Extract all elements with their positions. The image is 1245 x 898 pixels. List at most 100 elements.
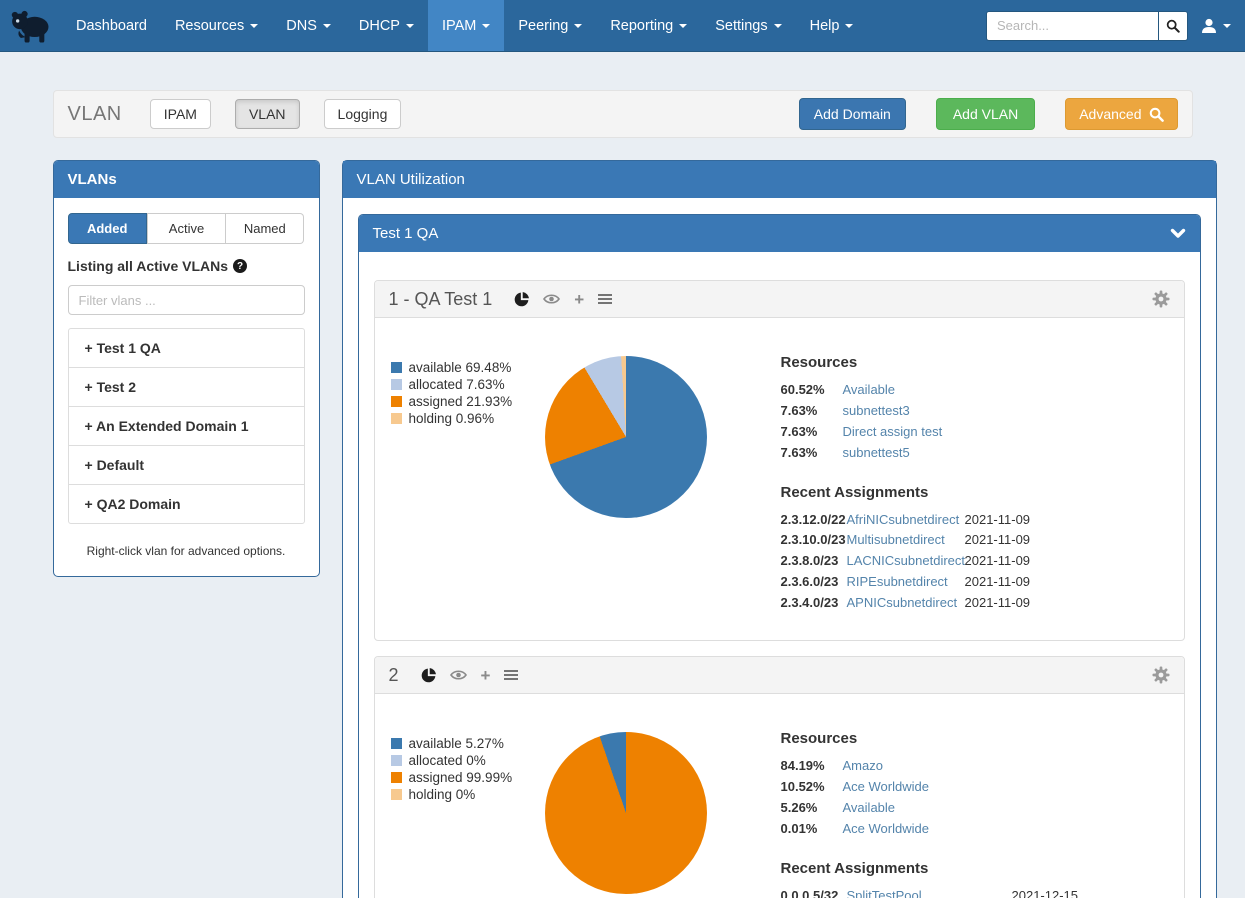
header-actions: Add Domain Add VLAN Advanced	[799, 98, 1178, 130]
resource-link[interactable]: Ace Worldwide	[843, 779, 929, 796]
resource-row: 0.01%Ace Worldwide	[781, 821, 1176, 838]
vlan-list-item[interactable]: + Default	[69, 446, 304, 485]
nav-peering[interactable]: Peering	[504, 0, 596, 51]
button-label: Advanced	[1079, 106, 1141, 122]
assignment-row: 2.3.12.0/22AfriNICsubnetdirect2021-11-09	[781, 512, 1176, 529]
legend-label: available 69.48%	[409, 360, 512, 375]
resource-link[interactable]: Ace Worldwide	[843, 821, 929, 838]
resource-link[interactable]: Amazo	[843, 758, 883, 775]
nav-label: IPAM	[442, 18, 476, 34]
listing-label-text: Listing all Active VLANs	[68, 258, 229, 274]
resource-link[interactable]: Available	[843, 382, 896, 399]
nav-dns[interactable]: DNS	[272, 0, 345, 51]
resource-pct: 7.63%	[781, 424, 843, 441]
caret-down-icon	[250, 24, 258, 28]
resource-link[interactable]: subnettest5	[843, 445, 910, 462]
resource-link[interactable]: Available	[843, 800, 896, 817]
assignment-link[interactable]: AfriNICsubnetdirect	[847, 512, 965, 529]
gear-icon[interactable]	[1152, 290, 1170, 308]
search-input[interactable]	[986, 11, 1158, 41]
legend-item: holding 0%	[391, 787, 541, 802]
nav-reporting[interactable]: Reporting	[596, 0, 701, 51]
caret-down-icon	[482, 24, 490, 28]
resource-pct: 5.26%	[781, 800, 843, 817]
legend-item: allocated 0%	[391, 753, 541, 768]
resource-row: 60.52%Available	[781, 382, 1176, 399]
assignment-date: 2021-12-15	[1012, 888, 1079, 898]
tab-logging[interactable]: Logging	[324, 99, 402, 129]
nav-help[interactable]: Help	[796, 0, 868, 51]
pie-legend: available 69.48% allocated 7.63% assigne…	[391, 360, 541, 616]
vlan-card-2-header: 2	[375, 657, 1184, 694]
assignment-date: 2021-11-09	[965, 532, 1031, 549]
tab-named[interactable]: Named	[226, 213, 304, 244]
plus-icon[interactable]: +	[481, 667, 491, 684]
advanced-button[interactable]: Advanced	[1065, 98, 1177, 130]
pie-chart-icon[interactable]	[514, 292, 529, 307]
legend-label: allocated 7.63%	[409, 377, 505, 392]
plus-icon[interactable]: +	[574, 291, 584, 308]
help-icon[interactable]: ?	[233, 259, 247, 273]
pie-chart-icon[interactable]	[421, 668, 436, 683]
nav-resources[interactable]: Resources	[161, 0, 272, 51]
assignment-link[interactable]: LACNICsubnetdirect	[847, 553, 965, 570]
legend-label: holding 0%	[409, 787, 476, 802]
collapse-toggle[interactable]	[1170, 228, 1186, 240]
search-icon	[1149, 107, 1164, 122]
vlan-utilization-panel: VLAN Utilization Test 1 QA	[342, 160, 1217, 898]
user-menu[interactable]	[1200, 17, 1231, 35]
nav-dhcp[interactable]: DHCP	[345, 0, 428, 51]
nav-label: Help	[810, 18, 840, 34]
legend-label: holding 0.96%	[409, 411, 495, 426]
legend-label: assigned 99.99%	[409, 770, 513, 785]
tab-added[interactable]: Added	[68, 213, 147, 244]
nav-settings[interactable]: Settings	[701, 0, 795, 51]
assignment-link[interactable]: SplitTestPool	[847, 888, 1012, 898]
vlan-filter-input[interactable]	[68, 285, 305, 315]
top-navbar: Dashboard Resources DNS DHCP IPAM Peerin…	[0, 0, 1245, 52]
vlan-list-item[interactable]: + Test 2	[69, 368, 304, 407]
legend-item: available 5.27%	[391, 736, 541, 751]
panda-logo-icon	[8, 6, 54, 46]
assignment-link[interactable]: Multisubnetdirect	[847, 532, 965, 549]
vlan-card-2: 2	[374, 656, 1185, 898]
caret-down-icon	[679, 24, 687, 28]
search-button[interactable]	[1158, 11, 1188, 41]
resources-list: 60.52%Available 7.63%subnettest3 7.63%Di…	[781, 382, 1176, 462]
resource-row: 7.63%subnettest5	[781, 445, 1176, 462]
tab-vlan[interactable]: VLAN	[235, 99, 300, 129]
nav-ipam[interactable]: IPAM	[428, 0, 504, 51]
caret-down-icon	[1223, 24, 1231, 28]
add-domain-button[interactable]: Add Domain	[799, 98, 906, 130]
resource-pct: 60.52%	[781, 382, 843, 399]
vlan-card-title: 1 - QA Test 1	[389, 289, 493, 310]
resources-list: 84.19%Amazo 10.52%Ace Worldwide 5.26%Ava…	[781, 758, 1176, 838]
nav-label: Resources	[175, 18, 244, 34]
resource-link[interactable]: Direct assign test	[843, 424, 943, 441]
assignment-link[interactable]: APNICsubnetdirect	[847, 595, 965, 612]
eye-icon[interactable]	[543, 293, 560, 305]
gear-icon[interactable]	[1152, 666, 1170, 684]
menu-icon[interactable]	[504, 669, 518, 681]
assignment-row: 0.0.0.5/32SplitTestPool2021-12-15	[781, 888, 1176, 898]
nav-dashboard[interactable]: Dashboard	[62, 0, 161, 51]
app-logo[interactable]	[0, 0, 62, 51]
resource-row: 10.52%Ace Worldwide	[781, 779, 1176, 796]
tab-active[interactable]: Active	[147, 213, 226, 244]
tab-ipam[interactable]: IPAM	[150, 99, 211, 129]
vlan-list-item[interactable]: + An Extended Domain 1	[69, 407, 304, 446]
menu-icon[interactable]	[598, 293, 612, 305]
eye-icon[interactable]	[450, 669, 467, 681]
resource-link[interactable]: subnettest3	[843, 403, 910, 420]
vlan-list-item[interactable]: + QA2 Domain	[69, 485, 304, 523]
assignment-date: 2021-11-09	[965, 512, 1031, 529]
legend-swatch	[391, 413, 402, 424]
button-label: Add VLAN	[953, 106, 1018, 122]
vlan-list-item[interactable]: + Test 1 QA	[69, 329, 304, 368]
assignment-link[interactable]: RIPEsubnetdirect	[847, 574, 965, 591]
legend-swatch	[391, 789, 402, 800]
caret-down-icon	[406, 24, 414, 28]
legend-item: holding 0.96%	[391, 411, 541, 426]
caret-down-icon	[774, 24, 782, 28]
add-vlan-button[interactable]: Add VLAN	[936, 98, 1035, 130]
